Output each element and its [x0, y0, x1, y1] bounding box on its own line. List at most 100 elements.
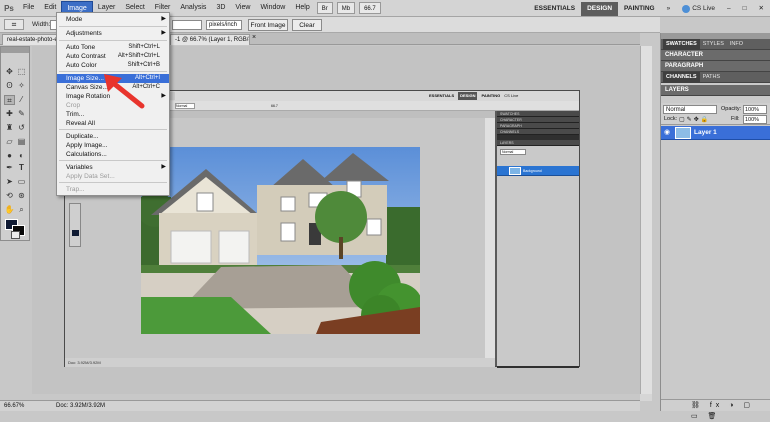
menu-window[interactable]: Window	[255, 1, 290, 15]
layer-name[interactable]: Layer 1	[694, 126, 717, 140]
zoom-tool-icon[interactable]: ⌕	[16, 205, 27, 215]
workspace-switcher: ESSENTIALS DESIGN PAINTING » CS Live – □…	[528, 0, 770, 17]
lasso-tool-icon[interactable]: ʘ	[4, 81, 15, 91]
menu-file[interactable]: File	[18, 1, 39, 15]
tab-paragraph[interactable]: PARAGRAPH	[661, 61, 770, 72]
3d-orbit-tool-icon[interactable]: ⊛	[16, 191, 27, 201]
menu-separator	[59, 182, 167, 183]
restore-icon[interactable]: □	[737, 2, 753, 16]
menu-item-duplicate[interactable]: Duplicate...	[57, 132, 169, 141]
brush-tool-icon[interactable]: ✎	[16, 109, 27, 119]
workspace-essentials[interactable]: ESSENTIALS	[528, 2, 581, 16]
fill-input[interactable]: 100%	[743, 115, 767, 124]
minimize-icon[interactable]: –	[721, 2, 737, 16]
tools-panel: ✥ ⬚ ʘ ✧ ⌗ ⁄ ✚ ✎ ♜ ↺ ▱ ▤ ● ◐ ✒ T ➤ ▭ ⟲ ⊛ …	[0, 46, 30, 241]
resolution-input[interactable]	[172, 20, 202, 30]
menu-item-adjustments[interactable]: Adjustments ▶	[57, 29, 169, 38]
front-image-button[interactable]: Front Image	[248, 19, 288, 31]
status-zoom[interactable]: 66.67%	[4, 401, 24, 411]
more-workspaces-icon[interactable]: »	[661, 2, 677, 16]
document-tab[interactable]: real-estate-photo-editing @ 66.7% (Layer…	[2, 34, 57, 45]
inner-workspace-essentials: ESSENTIALS	[429, 93, 455, 98]
inner-workspace-painting: PAINTING	[481, 93, 501, 98]
menu-item-mode[interactable]: Mode ▶	[57, 15, 169, 24]
blur-tool-icon[interactable]: ●	[4, 151, 15, 161]
menu-analysis[interactable]: Analysis	[175, 1, 211, 15]
tab-paths[interactable]: PATHS	[700, 72, 724, 83]
shape-tool-icon[interactable]: ▭	[16, 177, 27, 187]
menu-item-auto-color[interactable]: Auto Color Shift+Ctrl+B	[57, 61, 169, 70]
tab-info[interactable]: INFO	[727, 39, 746, 50]
layers-panel-footer-icons[interactable]: ⛓ fx ◑ ▢ ▭ 🗑	[661, 399, 770, 420]
layers-options: Normal Opacity: 100% Lock: ▢✎✥🔒 Fill: 10…	[661, 103, 770, 125]
scrollbar-corner	[640, 394, 652, 401]
dodge-tool-icon[interactable]: ◐	[16, 151, 27, 161]
gradient-tool-icon[interactable]: ▤	[16, 137, 27, 147]
hand-tool-icon[interactable]: ✋	[4, 205, 15, 215]
right-trees	[386, 207, 420, 267]
menu-item-label: Duplicate...	[66, 133, 99, 140]
minibridge-icon[interactable]: Mb	[336, 2, 356, 14]
tab-styles[interactable]: STYLES	[700, 39, 727, 50]
lock-icons[interactable]: ▢✎✥🔒	[679, 116, 710, 123]
opacity-label: Opacity:	[721, 106, 742, 112]
layer-row-layer-1[interactable]: ◉ Layer 1	[661, 126, 770, 140]
marquee-tool-icon[interactable]: ⬚	[16, 67, 27, 77]
close-tab-icon[interactable]: ×	[252, 34, 256, 41]
tab-channels[interactable]: CHANNELS	[663, 71, 700, 83]
type-tool-icon[interactable]: T	[16, 163, 27, 173]
tools-panel-header[interactable]	[1, 47, 29, 53]
cs-live-icon	[682, 4, 691, 13]
bridge-icon[interactable]: Br	[316, 2, 333, 14]
menu-separator	[59, 40, 167, 41]
quick-mask-icon[interactable]	[11, 231, 20, 239]
resolution-unit-select[interactable]: pixels/inch	[206, 20, 242, 30]
menu-item-trim[interactable]: Trim...	[57, 110, 169, 119]
opacity-input[interactable]: 100%	[743, 105, 767, 114]
3d-rotate-tool-icon[interactable]: ⟲	[4, 191, 15, 201]
menu-separator	[59, 160, 167, 161]
garage-door-left	[170, 230, 212, 264]
workspace-painting[interactable]: PAINTING	[618, 2, 661, 16]
close-icon[interactable]: ✕	[753, 2, 770, 16]
menu-item-apply-image[interactable]: Apply Image...	[57, 141, 169, 150]
pen-tool-icon[interactable]: ✒	[4, 163, 15, 173]
eyedropper-tool-icon[interactable]: ⁄	[16, 95, 27, 105]
menu-item-auto-contrast[interactable]: Auto Contrast Alt+Shift+Ctrl+L	[57, 52, 169, 61]
blend-mode-select[interactable]: Normal	[663, 105, 717, 114]
menu-item-label: Auto Tone	[66, 44, 96, 51]
menu-item-auto-tone[interactable]: Auto Tone Shift+Ctrl+L	[57, 43, 169, 52]
status-doc-size[interactable]: Doc: 3.92M/3.92M	[56, 401, 105, 411]
window-5	[366, 218, 382, 236]
garage-window	[196, 192, 214, 212]
zoom-level[interactable]: 66.7	[359, 2, 381, 14]
menu-item-variables[interactable]: Variables ▶	[57, 163, 169, 172]
clear-button[interactable]: Clear	[292, 19, 322, 31]
menu-item-calculations[interactable]: Calculations...	[57, 150, 169, 159]
inner-layer-name: Background	[523, 169, 542, 173]
clone-stamp-tool-icon[interactable]: ♜	[4, 123, 15, 133]
magic-wand-tool-icon[interactable]: ✧	[16, 81, 27, 91]
healing-brush-tool-icon[interactable]: ✚	[4, 109, 15, 119]
inner-mode-select: Normal	[175, 103, 195, 109]
crop-tool-icon[interactable]: ⌗	[4, 19, 24, 30]
workspace-design[interactable]: DESIGN	[581, 1, 619, 16]
crop-tool-button-icon[interactable]: ⌗	[4, 95, 15, 105]
document-tab-title[interactable]: -1 @ 66.7% (Layer 1, RGB/8)	[170, 34, 250, 45]
eraser-tool-icon[interactable]: ▱	[4, 137, 15, 147]
layer-visibility-eye-icon[interactable]: ◉	[664, 128, 670, 136]
arrow-shaft	[109, 79, 145, 109]
path-selection-tool-icon[interactable]: ➤	[4, 177, 15, 187]
menu-help[interactable]: Help	[290, 1, 314, 15]
vertical-scrollbar[interactable]	[640, 46, 652, 394]
tab-character[interactable]: CHARACTER	[661, 50, 770, 61]
history-brush-tool-icon[interactable]: ↺	[16, 123, 27, 133]
tab-layers[interactable]: LAYERS	[661, 85, 770, 96]
width-label: Width:	[32, 21, 51, 28]
menu-item-reveal-all[interactable]: Reveal All	[57, 119, 169, 128]
tab-swatches[interactable]: SWATCHES	[663, 38, 700, 50]
menu-view[interactable]: View	[230, 1, 255, 15]
move-tool-icon[interactable]: ✥	[4, 67, 15, 77]
menu-3d[interactable]: 3D	[211, 1, 230, 15]
cs-live-button[interactable]: CS Live	[676, 2, 721, 16]
